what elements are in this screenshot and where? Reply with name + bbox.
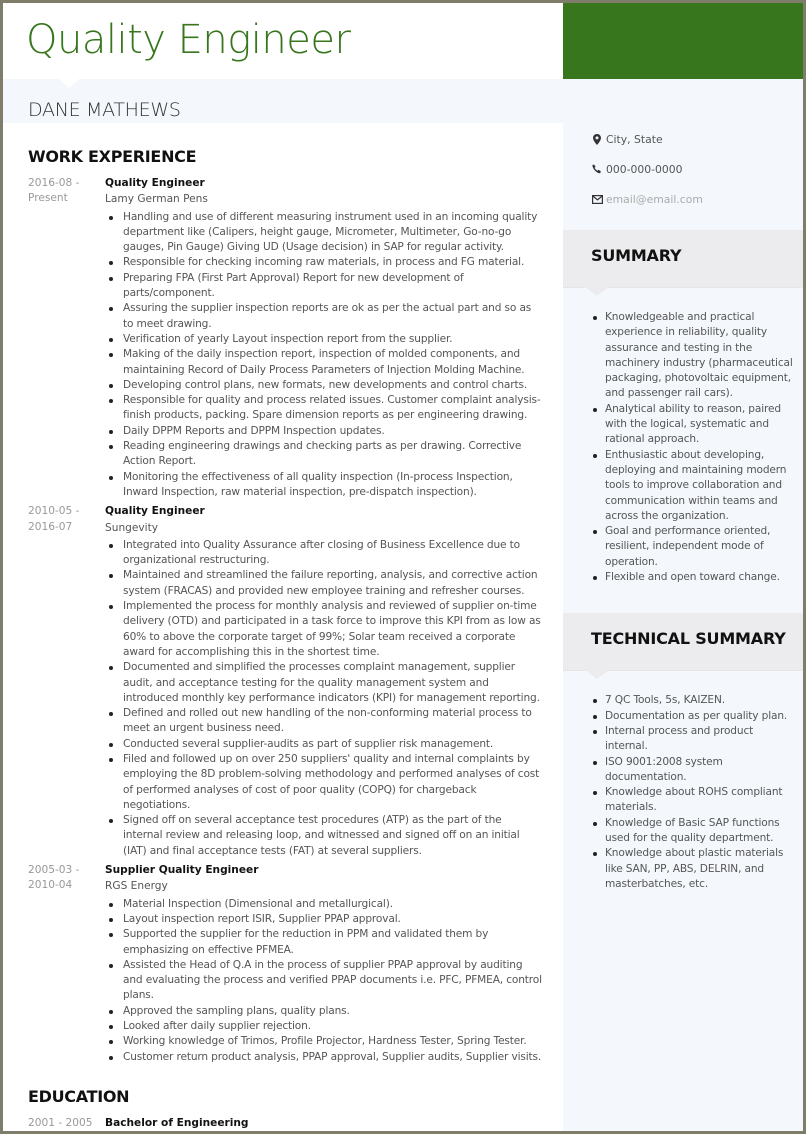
map-pin-icon xyxy=(590,133,604,145)
technical-summary-heading: TECHNICAL SUMMARY xyxy=(563,613,803,680)
work-experience-heading: WORK EXPERIENCE xyxy=(28,147,197,166)
education-entry: 2001 - 2005 Bachelor of Engineering xyxy=(28,1116,543,1131)
envelope-icon xyxy=(590,194,604,204)
work-bullet: Making of the daily inspection report, i… xyxy=(105,347,543,378)
summary-bullet: Analytical ability to reason, paired wit… xyxy=(591,402,796,448)
summary-bullet: Goal and performance oriented, resilient… xyxy=(591,524,796,570)
work-bullet: Supported the supplier for the reduction… xyxy=(105,927,543,958)
work-bullet-list: Material Inspection (Dimensional and met… xyxy=(105,897,543,1065)
summary-heading: SUMMARY xyxy=(563,230,803,296)
work-dates: 2005-03 - 2010-04 xyxy=(28,863,105,1065)
work-bullet: Responsible for checking incoming raw ma… xyxy=(105,255,543,270)
work-entry: 2016-08 - Present Quality Engineer Lamy … xyxy=(28,176,543,500)
work-bullet: Customer return product analysis, PPAP a… xyxy=(105,1050,543,1065)
tech-bullet: Knowledge about ROHS compliant materials… xyxy=(591,785,796,816)
work-entry-body: Supplier Quality Engineer RGS Energy Mat… xyxy=(105,863,543,1065)
work-date-end: Present xyxy=(28,192,68,205)
work-bullet: Approved the sampling plans, quality pla… xyxy=(105,1004,543,1019)
work-role: Quality Engineer xyxy=(105,177,205,189)
work-dates: 2016-08 - Present xyxy=(28,176,105,500)
work-entry-body: Quality Engineer Lamy German Pens Handli… xyxy=(105,176,543,500)
name-pointer-decoration xyxy=(59,79,79,88)
work-bullet: Layout inspection report ISIR, Supplier … xyxy=(105,912,543,927)
work-dates: 2010-05 - 2016-07 xyxy=(28,504,105,859)
work-bullet: Developing control plans, new formats, n… xyxy=(105,378,543,393)
work-bullet: Filed and followed up on over 250 suppli… xyxy=(105,752,543,813)
work-bullet: Reading engineering drawings and checkin… xyxy=(105,439,543,470)
phone-text: 000-000-0000 xyxy=(606,162,683,176)
summary-list: Knowledgeable and practical experience i… xyxy=(563,288,803,585)
education-heading: EDUCATION xyxy=(28,1086,130,1106)
work-bullet: Documented and simplified the processes … xyxy=(105,660,543,706)
work-role: Quality Engineer xyxy=(105,505,205,518)
work-entry: 2005-03 - 2010-04 Supplier Quality Engin… xyxy=(28,863,543,1065)
contact-email[interactable]: email@email.com xyxy=(590,184,803,214)
work-date-end: 2016-07 xyxy=(28,520,73,533)
work-bullet: Assuring the supplier inspection reports… xyxy=(105,301,543,332)
work-role: Supplier Quality Engineer xyxy=(105,864,259,877)
work-entry-body: Quality Engineer Sungevity Integrated in… xyxy=(105,504,543,859)
email-link[interactable]: email@email.com xyxy=(606,193,703,206)
education-degree: Bachelor of Engineering xyxy=(105,1116,249,1129)
education-section: EDUCATION 2001 - 2005 Bachelor of Engine… xyxy=(28,1087,543,1131)
sidebar: City, State 000-000-0000 email@email.com… xyxy=(563,79,803,892)
education-date: 2001 - 2005 xyxy=(28,1116,93,1129)
work-bullet: Implemented the process for monthly anal… xyxy=(105,599,543,660)
work-bullet: Working knowledge of Trimos, Profile Pro… xyxy=(105,1034,543,1049)
work-bullet-list: Integrated into Quality Assurance after … xyxy=(105,538,543,859)
work-company: RGS Energy xyxy=(105,880,168,893)
person-name: DANE MATHEWS xyxy=(28,99,181,121)
work-bullet: Monitoring the effectiveness of all qual… xyxy=(105,470,543,501)
summary-bullet-list: Knowledgeable and practical experience i… xyxy=(591,310,796,585)
contact-phone: 000-000-0000 xyxy=(590,154,803,184)
contact-info: City, State 000-000-0000 email@email.com xyxy=(563,79,803,214)
work-company: Lamy German Pens xyxy=(105,193,208,206)
tech-bullet: Knowledge about plastic materials like S… xyxy=(591,846,796,892)
location-text: City, State xyxy=(606,132,663,146)
work-date-end: 2010-04 xyxy=(28,879,73,892)
work-date-start: 2010-05 - xyxy=(28,505,80,518)
work-bullet: Preparing FPA (First Part Approval) Repo… xyxy=(105,271,543,302)
tech-bullet: Knowledge of Basic SAP functions used fo… xyxy=(591,816,796,847)
tech-bullet-list: 7 QC Tools, 5s, KAIZEN. Documentation as … xyxy=(591,693,796,892)
summary-bullet: Enthusiastic about developing, deploying… xyxy=(591,448,796,524)
work-bullet: Daily DPPM Reports and DPPM Inspection u… xyxy=(105,424,543,439)
work-bullet: Integrated into Quality Assurance after … xyxy=(105,538,543,569)
resume-page: Quality Engineer DANE MATHEWS WORK EXPER… xyxy=(0,0,806,1134)
main-column: WORK EXPERIENCE 2016-08 - Present Qualit… xyxy=(28,147,543,1131)
work-bullet: Conducted several supplier-audits as par… xyxy=(105,737,543,752)
work-bullet: Assisted the Head of Q.A in the process … xyxy=(105,958,543,1004)
summary-bullet: Knowledgeable and practical experience i… xyxy=(591,310,796,402)
work-bullet: Signed off on several acceptance test pr… xyxy=(105,813,543,859)
tech-bullet: 7 QC Tools, 5s, KAIZEN. xyxy=(591,693,796,708)
work-bullet: Handling and use of different measuring … xyxy=(105,210,543,256)
work-bullet: Responsible for quality and process rela… xyxy=(105,393,543,424)
work-entry: 2010-05 - 2016-07 Quality Engineer Sunge… xyxy=(28,504,543,859)
work-bullet: Verification of yearly Layout inspection… xyxy=(105,332,543,347)
phone-icon xyxy=(590,164,604,174)
title-row: Quality Engineer xyxy=(3,3,563,79)
header-accent-block xyxy=(563,3,803,79)
tech-bullet: ISO 9001:2008 system documentation. xyxy=(591,755,796,786)
tech-bullet: Internal process and product internal. xyxy=(591,724,796,755)
work-bullet: Maintained and streamlined the failure r… xyxy=(105,568,543,599)
work-bullet-list: Handling and use of different measuring … xyxy=(105,210,543,501)
summary-bullet: Flexible and open toward change. xyxy=(591,570,796,585)
work-company: Sungevity xyxy=(105,521,159,534)
technical-summary-list: 7 QC Tools, 5s, KAIZEN. Documentation as … xyxy=(563,671,803,892)
work-bullet: Defined and rolled out new handling of t… xyxy=(105,706,543,737)
contact-location: City, State xyxy=(590,124,803,154)
tech-bullet: Documentation as per quality plan. xyxy=(591,709,796,724)
work-bullet: Looked after daily supplier rejection. xyxy=(105,1019,543,1034)
work-bullet: Material Inspection (Dimensional and met… xyxy=(105,897,543,912)
job-title: Quality Engineer xyxy=(26,17,351,63)
work-date-start: 2016-08 - xyxy=(28,177,80,189)
work-experience-list: 2016-08 - Present Quality Engineer Lamy … xyxy=(28,176,543,1065)
work-date-start: 2005-03 - xyxy=(28,864,80,877)
